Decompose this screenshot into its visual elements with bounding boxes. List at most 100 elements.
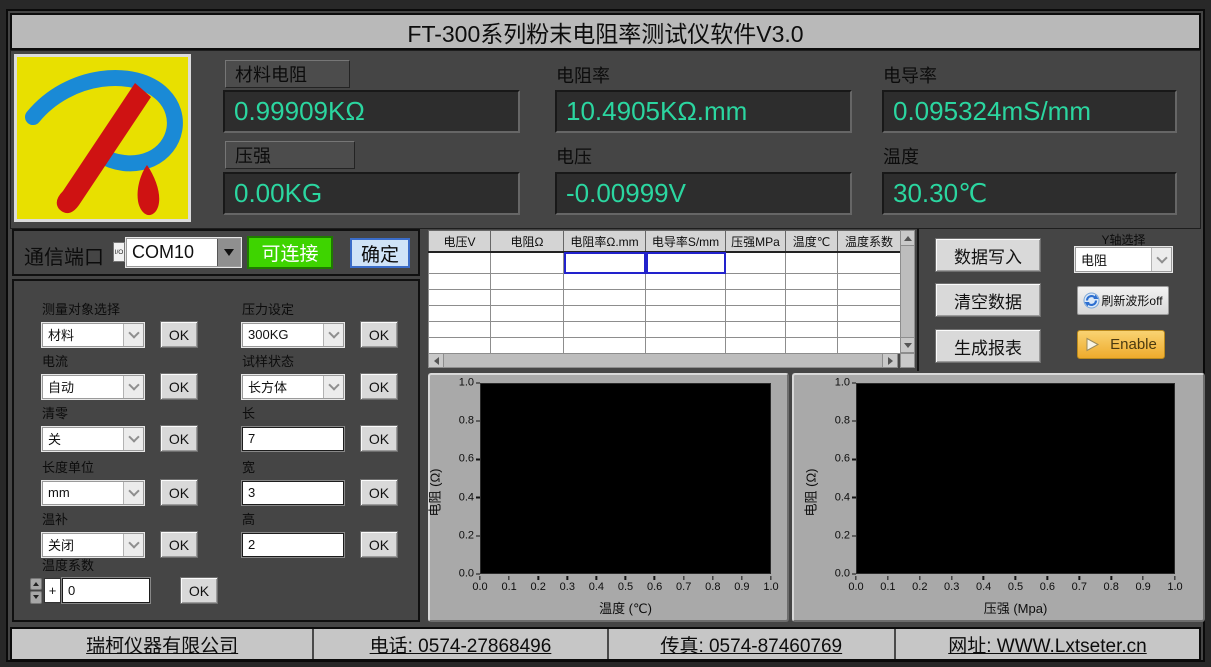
y-axis-select[interactable]: 电阻 — [1075, 247, 1172, 272]
y-tick-label: 0.4 — [835, 492, 856, 503]
enable-button[interactable]: Enable — [1077, 330, 1165, 359]
generate-report-button[interactable]: 生成报表 — [935, 329, 1041, 363]
chevron-down-icon[interactable] — [323, 324, 343, 346]
table-cell[interactable] — [786, 306, 838, 322]
chevron-down-icon[interactable] — [123, 534, 143, 556]
height-ok-button[interactable]: OK — [360, 531, 398, 558]
table-cell[interactable] — [726, 252, 786, 274]
table-cell[interactable] — [429, 338, 491, 354]
table-cell[interactable] — [491, 252, 564, 274]
table-cell[interactable] — [786, 322, 838, 338]
table-cell[interactable] — [491, 322, 564, 338]
table-cell[interactable] — [786, 274, 838, 290]
temp-coeff-stepper[interactable] — [30, 578, 42, 604]
table-cell[interactable] — [838, 252, 901, 274]
table-cell[interactable] — [726, 338, 786, 354]
length-input[interactable]: 7 — [242, 427, 344, 451]
sample-shape-ok-button[interactable]: OK — [360, 373, 398, 400]
x-tick-label: 0.0 — [472, 576, 487, 593]
table-cell[interactable] — [564, 338, 646, 354]
table-cell[interactable] — [429, 322, 491, 338]
table-cell[interactable] — [646, 322, 726, 338]
table-cell[interactable] — [786, 252, 838, 274]
data-table[interactable]: 电压V电阻Ω电阻率Ω.mm电导率S/mm压强MPa温度℃温度系数 — [428, 230, 901, 354]
zero-ok-button[interactable]: OK — [160, 425, 198, 452]
length-unit-select[interactable]: mm — [42, 481, 144, 505]
chart-plot-area[interactable] — [856, 383, 1175, 574]
table-cell[interactable] — [646, 274, 726, 290]
table-cell[interactable] — [726, 306, 786, 322]
current-select[interactable]: 自动 — [42, 375, 144, 399]
table-cell[interactable] — [429, 290, 491, 306]
table-cell[interactable] — [564, 306, 646, 322]
pressure-set-ok-button[interactable]: OK — [360, 321, 398, 348]
table-cell[interactable] — [646, 306, 726, 322]
table-cell[interactable] — [786, 338, 838, 354]
table-cell[interactable] — [726, 274, 786, 290]
table-cell[interactable] — [838, 338, 901, 354]
chart-plot-area[interactable] — [480, 383, 771, 574]
width-input[interactable]: 3 — [242, 481, 344, 505]
decrement-arrow-icon[interactable] — [30, 591, 42, 604]
table-cell[interactable] — [491, 274, 564, 290]
table-cell[interactable] — [786, 290, 838, 306]
com-port-select[interactable]: COM10 — [126, 238, 241, 267]
scroll-up-icon[interactable] — [900, 230, 915, 246]
table-cell[interactable] — [491, 306, 564, 322]
table-cell[interactable] — [646, 338, 726, 354]
sample-shape-select[interactable]: 长方体 — [242, 375, 344, 399]
refresh-waveform-button[interactable]: 刷新波形off — [1077, 286, 1169, 315]
table-cell[interactable] — [564, 290, 646, 306]
table-cell[interactable] — [564, 322, 646, 338]
zero-select[interactable]: 关 — [42, 427, 144, 451]
temp-coeff-ok-button[interactable]: OK — [180, 577, 218, 604]
length-unit-ok-button[interactable]: OK — [160, 479, 198, 506]
chevron-down-icon[interactable] — [1151, 248, 1171, 271]
current-ok-button[interactable]: OK — [160, 373, 198, 400]
table-cell[interactable] — [429, 252, 491, 274]
pressure-set-select[interactable]: 300KG — [242, 323, 344, 347]
table-cell[interactable] — [491, 290, 564, 306]
website-link[interactable]: 网址: WWW.Lxtseter.cn — [894, 629, 1199, 659]
measure-target-select[interactable]: 材料 — [42, 323, 144, 347]
y-axis-label: 电阻 (Ω) — [425, 469, 444, 517]
chevron-down-icon[interactable] — [123, 482, 143, 504]
x-tick-label: 0.6 — [1040, 576, 1055, 593]
chevron-down-icon[interactable] — [123, 428, 143, 450]
measure-target-ok-button[interactable]: OK — [160, 321, 198, 348]
connect-status-button[interactable]: 可连接 — [247, 236, 333, 269]
chevron-down-icon[interactable] — [323, 376, 343, 398]
table-cell[interactable] — [726, 322, 786, 338]
temp-coeff-input[interactable]: 0 — [62, 578, 150, 603]
table-cell[interactable] — [564, 274, 646, 290]
table-cell[interactable] — [838, 290, 901, 306]
table-horizontal-scrollbar[interactable] — [428, 353, 898, 368]
resistivity-label: 电阻率 — [556, 62, 610, 88]
table-cell[interactable] — [726, 290, 786, 306]
table-cell[interactable] — [491, 338, 564, 354]
write-data-button[interactable]: 数据写入 — [935, 238, 1041, 272]
table-cell[interactable] — [838, 322, 901, 338]
com-port-dropdown-button[interactable] — [217, 239, 240, 266]
width-ok-button[interactable]: OK — [360, 479, 398, 506]
height-input[interactable]: 2 — [242, 533, 344, 557]
table-cell[interactable] — [838, 306, 901, 322]
table-cell[interactable] — [646, 252, 726, 274]
table-cell[interactable] — [429, 306, 491, 322]
confirm-button[interactable]: 确定 — [350, 238, 410, 268]
chevron-down-icon[interactable] — [123, 376, 143, 398]
scroll-right-icon[interactable] — [882, 353, 898, 368]
table-cell[interactable] — [429, 274, 491, 290]
temp-comp-select[interactable]: 关闭 — [42, 533, 144, 557]
increment-arrow-icon[interactable] — [30, 578, 42, 591]
temp-comp-ok-button[interactable]: OK — [160, 531, 198, 558]
scroll-down-icon[interactable] — [900, 337, 915, 353]
table-cell[interactable] — [646, 290, 726, 306]
clear-data-button[interactable]: 清空数据 — [935, 283, 1041, 317]
chevron-down-icon[interactable] — [123, 324, 143, 346]
table-vertical-scrollbar[interactable] — [900, 230, 915, 353]
table-cell[interactable] — [564, 252, 646, 274]
scroll-left-icon[interactable] — [428, 353, 444, 368]
table-cell[interactable] — [838, 274, 901, 290]
length-ok-button[interactable]: OK — [360, 425, 398, 452]
